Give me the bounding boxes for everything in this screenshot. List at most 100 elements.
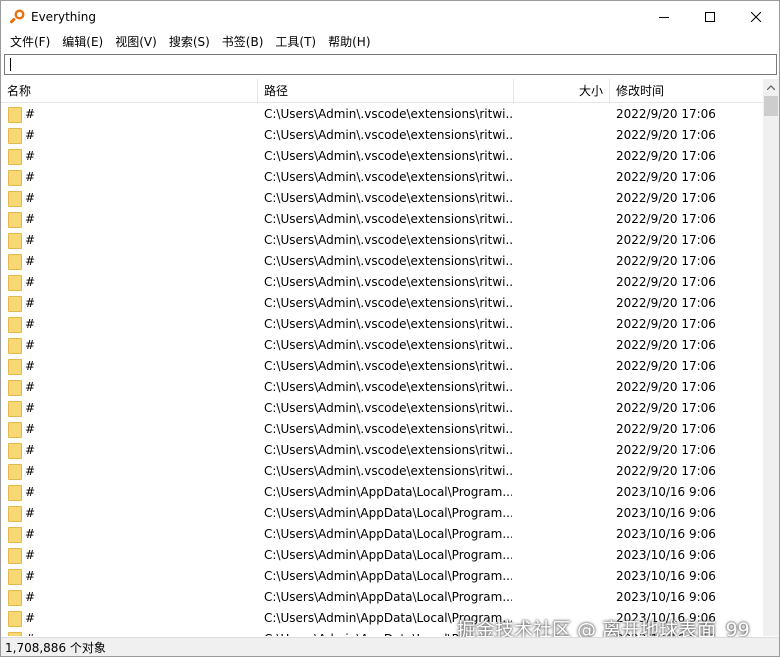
row-modified: 2022/9/20 17:06 (616, 422, 716, 436)
title-bar[interactable]: Everything (1, 1, 779, 32)
scroll-up-button[interactable] (763, 79, 779, 96)
status-bar: 1,708,886 个对象 (1, 637, 779, 656)
close-icon (751, 11, 761, 22)
folder-icon (8, 631, 22, 636)
row-name-cell: # (8, 419, 35, 440)
menu-bar: 文件(F) 编辑(E) 视图(V) 搜索(S) 书签(B) 工具(T) 帮助(H… (1, 32, 779, 52)
folder-icon (8, 169, 22, 186)
row-modified: 2022/9/20 17:06 (616, 443, 716, 457)
folder-icon (8, 274, 22, 291)
vertical-scrollbar[interactable] (763, 79, 779, 636)
row-path: C:\Users\Admin\.vscode\extensions\ritwi.… (264, 254, 512, 268)
menu-search[interactable]: 搜索(S) (163, 32, 216, 52)
row-path: C:\Users\Admin\.vscode\extensions\ritwi.… (264, 464, 512, 478)
row-modified: 2023/10/16 9:06 (616, 506, 716, 520)
table-row[interactable]: # C:\Users\Admin\AppData\Local\Program...… (1, 482, 763, 503)
menu-tools[interactable]: 工具(T) (269, 32, 322, 52)
scrollbar-thumb[interactable] (764, 96, 778, 116)
row-name: # (25, 296, 36, 310)
folder-icon (8, 316, 22, 333)
row-name: # (25, 128, 36, 142)
results-rows: # C:\Users\Admin\.vscode\extensions\ritwi… (1, 104, 763, 636)
search-input[interactable] (5, 55, 776, 74)
row-name: # (25, 254, 36, 268)
minimize-button[interactable] (641, 1, 687, 32)
table-row[interactable]: # C:\Users\Admin\.vscode\extensions\ritwi… (1, 272, 763, 293)
results-list[interactable]: 名称 路径 大小 修改时间 # C:\Users\Admin\.vscode\ex… (1, 79, 779, 636)
row-name-cell: # (8, 209, 35, 230)
column-header-size[interactable]: 大小 (514, 79, 610, 103)
column-header-modified[interactable]: 修改时间 (610, 79, 763, 103)
row-path: C:\Users\Admin\AppData\Local\Program... (264, 485, 512, 499)
row-name-cell: # (8, 461, 35, 482)
table-row[interactable]: # C:\Users\Admin\.vscode\extensions\ritwi… (1, 293, 763, 314)
row-modified: 2022/9/20 17:06 (616, 401, 716, 415)
table-row[interactable]: # C:\Users\Admin\.vscode\extensions\ritwi… (1, 440, 763, 461)
row-name-cell: # (8, 440, 35, 461)
table-row[interactable]: # C:\Users\Admin\.vscode\extensions\ritwi… (1, 398, 763, 419)
row-name-cell: # (8, 503, 35, 524)
row-name: # (25, 629, 35, 636)
column-header-path[interactable]: 路径 (258, 79, 514, 103)
column-header-name[interactable]: 名称 (1, 79, 258, 103)
folder-icon (8, 232, 22, 249)
folder-icon (8, 484, 22, 501)
row-name: # (25, 590, 36, 604)
table-row[interactable]: # C:\Users\Admin\.vscode\extensions\ritwi… (1, 230, 763, 251)
menu-bookmarks[interactable]: 书签(B) (216, 32, 270, 52)
table-row[interactable]: # C:\Users\Admin\.vscode\extensions\ritwi… (1, 335, 763, 356)
chevron-up-icon (767, 85, 775, 90)
table-row[interactable]: # C:\Users\Admin\.vscode\extensions\ritwi… (1, 251, 763, 272)
row-name: # (25, 569, 36, 583)
row-name: # (25, 149, 36, 163)
folder-icon (8, 421, 22, 438)
table-row[interactable]: # C:\Users\Admin\.vscode\extensions\ritwi… (1, 314, 763, 335)
folder-icon (8, 610, 22, 627)
table-row[interactable]: # C:\Users\Admin\.vscode\extensions\ritwi… (1, 356, 763, 377)
search-box[interactable] (4, 54, 777, 75)
row-path: C:\Users\Admin\.vscode\extensions\ritwi.… (264, 422, 512, 436)
row-path: C:\Users\Admin\.vscode\extensions\ritwi.… (264, 191, 512, 205)
row-name: # (25, 401, 36, 415)
table-row[interactable]: # C:\Users\Admin\AppData\Local\Program...… (1, 503, 763, 524)
table-row[interactable]: # C:\Users\Admin\.vscode\extensions\ritwi… (1, 377, 763, 398)
folder-icon (8, 442, 22, 459)
row-name: # (25, 338, 36, 352)
table-row[interactable]: # C:\Users\Admin\.vscode\extensions\ritwi… (1, 167, 763, 188)
row-name-cell: # (8, 629, 35, 636)
table-row[interactable]: # C:\Users\Admin\.vscode\extensions\ritwi… (1, 188, 763, 209)
menu-help[interactable]: 帮助(H) (322, 32, 376, 52)
row-modified: 2022/9/20 17:06 (616, 275, 716, 289)
maximize-button[interactable] (687, 1, 733, 32)
table-row[interactable]: # C:\Users\Admin\AppData\Local\Program...… (1, 545, 763, 566)
folder-icon (8, 505, 22, 522)
text-caret (10, 58, 11, 71)
table-row[interactable]: # C:\Users\Admin\AppData\Local\Program...… (1, 566, 763, 587)
table-row[interactable]: # C:\Users\Admin\.vscode\extensions\ritwi… (1, 419, 763, 440)
menu-edit[interactable]: 编辑(E) (56, 32, 109, 52)
menu-file[interactable]: 文件(F) (4, 32, 56, 52)
row-name: # (25, 212, 36, 226)
menu-view[interactable]: 视图(V) (109, 32, 163, 52)
table-row[interactable]: # C:\Users\Admin\.vscode\extensions\ritwi… (1, 209, 763, 230)
table-row[interactable]: # C:\Users\Admin\.vscode\extensions\ritwi… (1, 461, 763, 482)
close-button[interactable] (733, 1, 779, 32)
row-name: # (25, 380, 36, 394)
table-row[interactable]: # C:\Users\Admin\.vscode\extensions\ritwi… (1, 146, 763, 167)
table-row[interactable]: # C:\Users\Admin\AppData\Local\Program...… (1, 587, 763, 608)
row-name: # (25, 443, 36, 457)
folder-icon (8, 568, 22, 585)
row-name-cell: # (8, 545, 35, 566)
row-modified: 2022/9/20 17:06 (616, 107, 716, 121)
column-header: 名称 路径 大小 修改时间 (1, 79, 763, 103)
table-row[interactable]: # C:\Users\Admin\.vscode\extensions\ritwi… (1, 125, 763, 146)
row-modified: 2022/9/20 17:06 (616, 296, 716, 310)
row-name-cell: # (8, 230, 35, 251)
row-name-cell: # (8, 104, 35, 125)
row-modified: 2022/9/20 17:06 (616, 170, 716, 184)
folder-icon (8, 547, 22, 564)
row-modified: 2022/9/20 17:06 (616, 317, 716, 331)
table-row[interactable]: # C:\Users\Admin\.vscode\extensions\ritwi… (1, 104, 763, 125)
table-row[interactable]: # C:\Users\Admin\AppData\Local\Program...… (1, 524, 763, 545)
folder-icon (8, 127, 22, 144)
